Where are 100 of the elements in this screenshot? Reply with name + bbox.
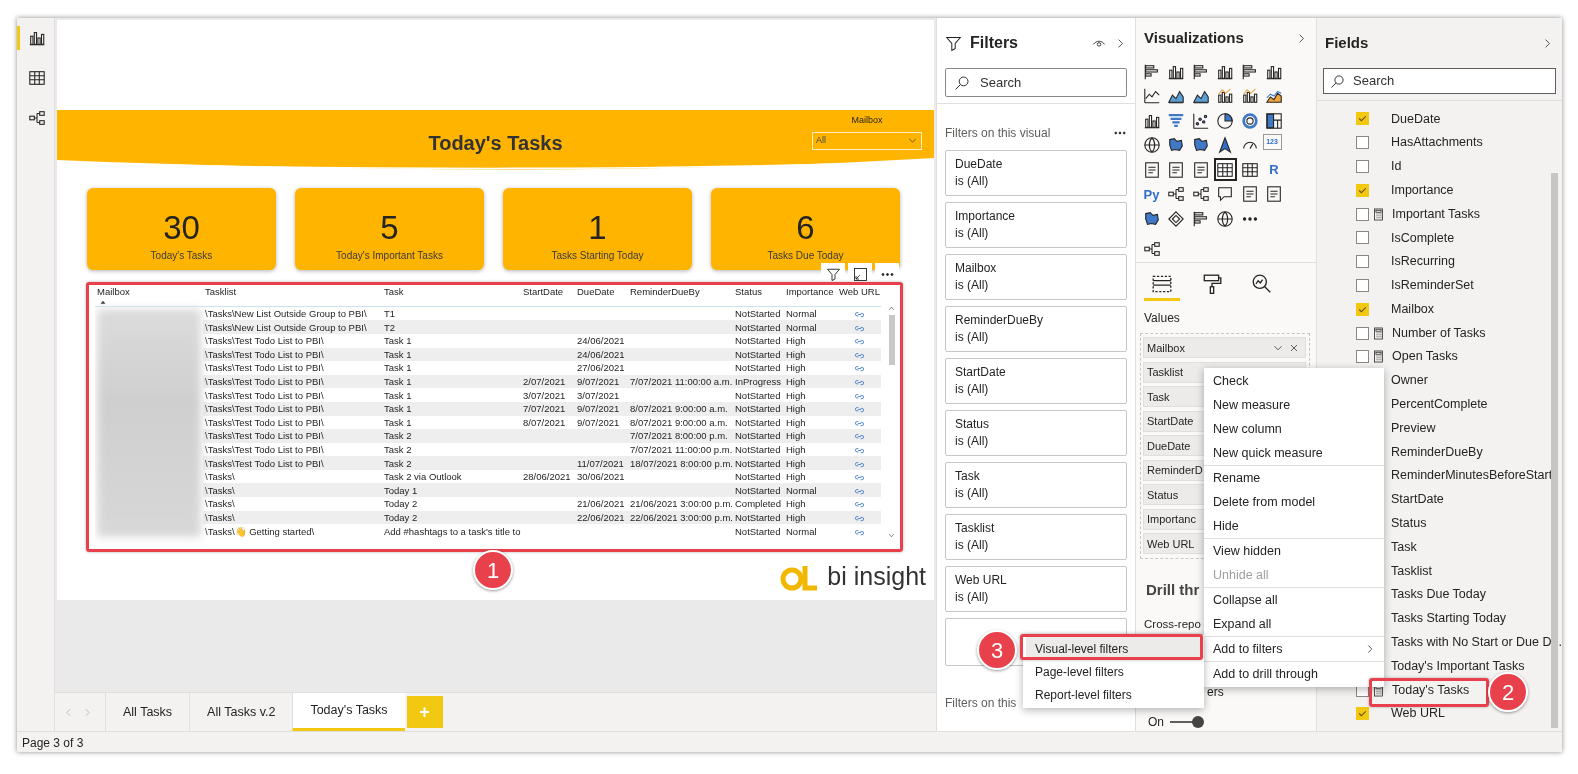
table-cell: 8/07/2021 — [521, 415, 575, 430]
table-cell: Today 2 — [382, 510, 521, 525]
table-cell: \Tasks\New List Outside Group to PBI\ — [203, 306, 382, 321]
table-cell: Normal — [784, 320, 837, 334]
table-cell: Task 1 — [382, 415, 521, 430]
kpi-value: 6 — [796, 210, 815, 246]
table-cell: 22/06/2021 — [575, 510, 628, 525]
toggle-label: On — [1148, 714, 1164, 731]
table-cell: \Tasks\ — [203, 483, 382, 498]
table-cell: 24/06/2021 — [575, 347, 628, 362]
table-cell: NotStarted — [733, 347, 784, 362]
table-cell: High — [784, 388, 837, 402]
table-cell: 7/07/2021 11:00:00 p.m. — [628, 442, 733, 457]
table-cell: 11/07/2021 — [575, 456, 628, 470]
table-cell: Task 1 — [382, 361, 521, 375]
table-cell: NotStarted — [733, 524, 784, 538]
table-cell: NotStarted — [733, 456, 784, 470]
table-cell: T1 — [382, 306, 521, 321]
table-cell: \Tasks\Test Todo List to PBI\ — [203, 442, 382, 457]
logo-text: bi insight — [827, 561, 926, 592]
table-cell: NotStarted — [733, 442, 784, 457]
table-cell: High — [784, 347, 837, 362]
section-label: Filters on this — [945, 695, 1017, 712]
table-cell: 21/06/2021 3:00:00 p.m. — [628, 497, 733, 511]
table-cell: 7/07/2021 8:00:00 p.m. — [628, 429, 733, 443]
table-cell: NotStarted — [733, 415, 784, 430]
table-cell: \Tasks\Test Todo List to PBI\ — [203, 388, 382, 402]
table-cell: 9/07/2021 — [575, 374, 628, 389]
pane-title: Fields — [1325, 32, 1370, 53]
table-cell: \Tasks\ — [203, 510, 382, 525]
table-cell: \Tasks\Test Todo List to PBI\ — [203, 333, 382, 348]
table-cell: \Tasks\ — [203, 469, 382, 484]
table-cell: NotStarted — [733, 429, 784, 443]
table-cell: Task 1 — [382, 333, 521, 348]
table-cell: 9/07/2021 — [575, 401, 628, 416]
table-cell: High — [784, 442, 837, 457]
table-cell: High — [784, 401, 837, 416]
table-cell: High — [784, 374, 837, 389]
table-cell: Normal — [784, 524, 837, 538]
table-cell: \Tasks\New List Outside Group to PBI\ — [203, 320, 382, 334]
table-cell: \Tasks\Test Todo List to PBI\ — [203, 415, 382, 430]
section-label: Values — [1144, 310, 1181, 328]
kpi-label: Tasks Due Today — [767, 249, 844, 263]
table-cell: Normal — [784, 306, 837, 321]
table-cell: High — [784, 333, 837, 348]
table-cell: 27/06/2021 — [575, 361, 628, 375]
table-cell: Task 1 — [382, 401, 521, 416]
table-cell: High — [784, 510, 837, 525]
table-cell: High — [784, 415, 837, 430]
table-cell: 7/07/2021 — [521, 401, 575, 416]
table-cell: \Tasks\Test Todo List to PBI\ — [203, 456, 382, 470]
table-cell: 9/07/2021 — [575, 415, 628, 430]
section-label: Cross-repo — [1144, 616, 1201, 632]
table-cell: 21/06/2021 — [575, 497, 628, 511]
kpi-value: 5 — [380, 210, 399, 246]
table-cell: 30/06/2021 — [575, 469, 628, 484]
table-cell: 8/07/2021 9:00:00 a.m. — [628, 401, 733, 416]
table-cell: \Tasks\Test Todo List to PBI\ — [203, 361, 382, 375]
section-label: ers — [1207, 684, 1224, 701]
table-cell: Task 2 — [382, 429, 521, 443]
table-cell: Add #hashtags to a task's title to — [382, 524, 521, 538]
table-cell: T2 — [382, 320, 521, 334]
section-title: Drill thr — [1146, 580, 1200, 601]
kpi-label: Today's Important Tasks — [336, 249, 443, 263]
table-cell: High — [784, 469, 837, 484]
table-cell: InProgress — [733, 374, 784, 389]
table-cell: 22/06/2021 3:00:00 p.m. — [628, 510, 733, 525]
table-cell: NotStarted — [733, 483, 784, 498]
table-cell: High — [784, 429, 837, 443]
table-cell: High — [784, 456, 837, 470]
table-cell: 3/07/2021 — [521, 388, 575, 402]
table-cell: Task 2 — [382, 442, 521, 457]
table-cell: NotStarted — [733, 388, 784, 402]
kpi-value: 1 — [588, 210, 607, 246]
table-cell: 24/06/2021 — [575, 333, 628, 348]
kpi-label: Tasks Starting Today — [551, 249, 644, 263]
table-cell: Normal — [784, 483, 837, 498]
table-cell: Task 1 — [382, 388, 521, 402]
kpi-label: Today's Tasks — [150, 249, 213, 263]
table-cell: \Tasks\Test Todo List to PBI\ — [203, 374, 382, 389]
table-cell: 7/07/2021 11:00:00 a.m. — [628, 374, 733, 389]
table-cell: Task 2 via Outlook — [382, 469, 521, 484]
table-cell: 2/07/2021 — [521, 374, 575, 389]
table-cell: \Tasks\Test Todo List to PBI\ — [203, 347, 382, 362]
table-cell: NotStarted — [733, 306, 784, 321]
table-cell: \Tasks\ — [203, 497, 382, 511]
table-cell: Task 1 — [382, 374, 521, 389]
table-cell: Today 1 — [382, 483, 521, 498]
table-cell: Today 2 — [382, 497, 521, 511]
table-cell: High — [784, 497, 837, 511]
table-cell: Completed — [733, 497, 784, 511]
pane-title: Filters — [970, 33, 1019, 53]
table-cell: NotStarted — [733, 320, 784, 334]
table-cell: \Tasks\👋 Getting started\ — [203, 524, 382, 538]
status-text: Page 3 of 3 — [17, 731, 1562, 752]
table-cell: NotStarted — [733, 333, 784, 348]
table-cell: High — [784, 361, 837, 375]
table-cell: NotStarted — [733, 510, 784, 525]
table-cell: 28/06/2021 — [521, 469, 575, 484]
section-label: Filters on this visual — [945, 125, 1051, 142]
